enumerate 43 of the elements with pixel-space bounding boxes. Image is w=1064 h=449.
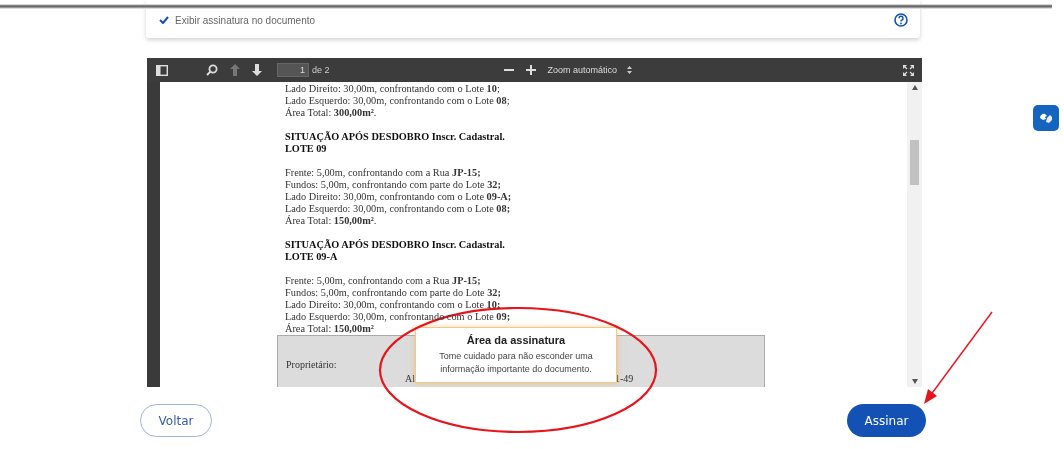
accessibility-button[interactable] <box>1033 105 1059 131</box>
section-heading: SITUAÇÃO APÓS DESDOBRO Inscr. Cadastral. <box>285 239 506 251</box>
select-caret-icon <box>627 66 633 74</box>
signature-text-fragment: Al <box>405 373 415 384</box>
tooltip-text: Tome cuidado para não esconder uma informação importante do documento. <box>438 350 594 376</box>
document-line: Lado Esquerdo: 30,00m, confrontando com o Lote 08; <box>285 95 511 107</box>
section-heading: SITUAÇÃO APÓS DESDOBRO Inscr. Cadastral. <box>285 131 506 143</box>
up-arrow-icon[interactable] <box>230 64 240 76</box>
scrollbar-thumb[interactable] <box>910 140 919 185</box>
document-line: Frente: 5,00m, confrontando com a Rua JP-15; <box>285 167 482 179</box>
document-line: Lado Esquerdo: 30,00m, confrontando com o Lote 09; <box>285 311 512 323</box>
zoom-select[interactable]: Zoom automático <box>547 65 633 75</box>
checkbox[interactable] <box>158 15 170 25</box>
document-line: Área Total: 150,00m². <box>285 215 378 227</box>
document-line: Área Total: 150,00m² <box>285 323 375 335</box>
scroll-up-icon[interactable] <box>911 85 918 90</box>
page-number-field[interactable]: 1 <box>277 63 309 77</box>
document-line: Lado Esquerdo: 30,00m, confrontando com o Lote 08; <box>285 203 512 215</box>
checkbox-label: Exibir assinatura no documento <box>175 14 316 26</box>
zoom-in-icon[interactable] <box>525 65 536 75</box>
document-line: Lado Direito: 30,00m, confrontando com o Lote 10; <box>285 83 501 95</box>
signature-text-fragment: 1-49 <box>615 373 634 384</box>
document-line: Área Total: 300,00m². <box>285 107 378 119</box>
page-count: de 2 <box>312 65 330 75</box>
sign-button[interactable]: Assinar <box>847 404 926 437</box>
down-arrow-icon[interactable] <box>252 64 262 76</box>
document-line: Frente: 5,00m, confrontando com a Rua JP-15; <box>285 275 482 287</box>
search-icon[interactable] <box>206 64 218 76</box>
back-button[interactable]: Voltar <box>140 404 212 437</box>
document-line: Fundos: 5,00m, confrontando com parte do Lote 32; <box>285 287 502 299</box>
document-line: Lado Direito: 30,00m, confrontando com o Lote 10; <box>285 299 502 311</box>
fullscreen-icon[interactable] <box>903 64 914 76</box>
scrollbar[interactable] <box>907 82 922 387</box>
document-line: Lado Direito: 30,00m, confrontando com o Lote 09-A; <box>285 191 513 203</box>
help-icon[interactable] <box>894 13 908 27</box>
document-line: Fundos: 5,00m, confrontando com parte do Lote 32; <box>285 179 502 191</box>
section-heading: LOTE 09 <box>285 143 328 155</box>
tooltip-title: Área da assinatura <box>465 334 567 346</box>
hands-icon <box>1039 112 1053 124</box>
scroll-down-icon[interactable] <box>911 379 918 384</box>
section-heading: LOTE 09-A <box>285 251 339 263</box>
sidebar-toggle-icon[interactable] <box>156 64 168 76</box>
owner-label: Proprietário: <box>286 359 337 371</box>
